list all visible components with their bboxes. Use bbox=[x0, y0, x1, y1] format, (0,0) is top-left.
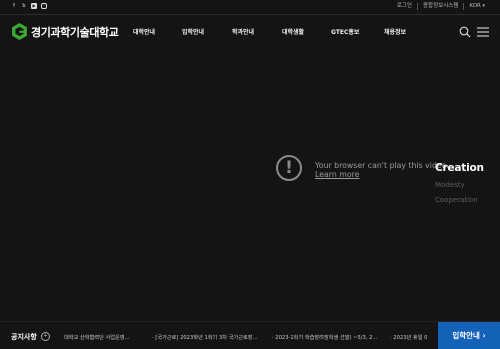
video-error-message: Your browser can't play this video. bbox=[315, 161, 449, 170]
logo[interactable]: 경기과학기술대학교 bbox=[11, 23, 119, 40]
search-icon[interactable] bbox=[459, 26, 471, 38]
notice-bar: 공지사항 + 대학교 산학협력단 사업운영... · [국가근로] 2023학년… bbox=[0, 321, 500, 349]
hamburger-menu-icon[interactable] bbox=[477, 27, 489, 37]
notice-item[interactable]: 대학교 산학협력단 사업운영... bbox=[64, 334, 130, 341]
social-links: f b ▶ ◦ bbox=[11, 3, 47, 9]
portal-link[interactable]: 종합정보시스템 bbox=[417, 3, 463, 10]
notice-label: 공지사항 bbox=[11, 333, 37, 341]
nav-item-admission[interactable]: 입학안내 bbox=[182, 27, 204, 36]
login-link[interactable]: 로그인 bbox=[392, 3, 417, 10]
learn-more-link[interactable]: Learn more bbox=[315, 170, 359, 179]
site-header: 경기과학기술대학교 대학안내 입학안내 학과안내 대학생활 GTEC홍보 채용정… bbox=[0, 15, 500, 49]
youtube-icon[interactable]: ▶ bbox=[31, 3, 37, 9]
logo-mark-icon bbox=[12, 23, 27, 40]
slogan-creation[interactable]: Creation bbox=[435, 162, 484, 174]
logo-text: 경기과학기술대학교 bbox=[31, 25, 119, 39]
notice-ticker: 대학교 산학협력단 사업운영... · [국가근로] 2023학년 1학기 3차… bbox=[64, 334, 438, 344]
nav-item-about[interactable]: 대학안내 bbox=[133, 27, 155, 36]
video-error-icon: ! bbox=[276, 155, 302, 181]
notice-item[interactable]: · 2023-1학기 학습장려장학생 선발( ~5/3, 2... bbox=[272, 334, 377, 341]
notice-item[interactable]: · [국가근로] 2023학년 1학기 3차 국가근로장... bbox=[152, 334, 258, 341]
nav-item-campus-life[interactable]: 대학생활 bbox=[282, 27, 304, 36]
hero-video[interactable] bbox=[0, 50, 500, 320]
admission-button[interactable]: 입학안내 › bbox=[438, 322, 500, 349]
slogan-cooperation[interactable]: Cooperation bbox=[435, 196, 478, 204]
nav-item-careers[interactable]: 채용정보 bbox=[384, 27, 406, 36]
facebook-icon[interactable]: f bbox=[11, 3, 17, 9]
instagram-icon[interactable]: ◦ bbox=[41, 3, 47, 9]
nav-item-gtec-pr[interactable]: GTEC홍보 bbox=[331, 27, 359, 36]
language-select[interactable]: KOR bbox=[463, 3, 490, 10]
utility-links: 로그인 종합정보시스템 KOR bbox=[392, 3, 490, 10]
notice-item[interactable]: · 2023년 휴일 0 bbox=[390, 334, 427, 341]
nav-item-departments[interactable]: 학과안내 bbox=[232, 27, 254, 36]
blog-icon[interactable]: b bbox=[21, 3, 27, 9]
slogan-modesty[interactable]: Modesty bbox=[435, 181, 465, 189]
notice-more-icon[interactable]: + bbox=[41, 332, 50, 341]
utility-bar: f b ▶ ◦ 로그인 종합정보시스템 KOR bbox=[0, 0, 500, 15]
